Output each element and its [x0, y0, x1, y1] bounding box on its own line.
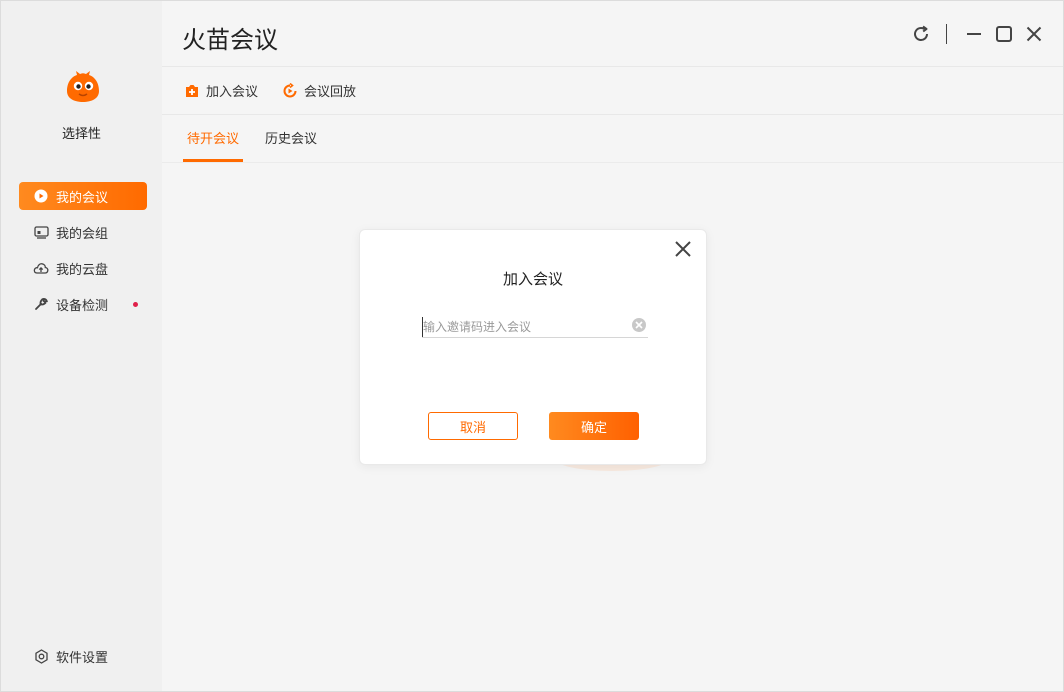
tab-history-meetings[interactable]: 历史会议: [261, 128, 321, 162]
meeting-video-icon: [33, 188, 49, 204]
cloud-upload-icon: [33, 260, 49, 276]
tabs-divider: [162, 162, 1063, 163]
wrench-icon: [33, 296, 49, 312]
invite-code-field: [422, 316, 648, 338]
sidebar-item-label: 我的云盘: [56, 262, 109, 278]
replay-icon: [282, 82, 298, 99]
minimize-icon[interactable]: [963, 23, 985, 45]
refresh-icon[interactable]: [910, 23, 932, 45]
sidebar-item-my-meetings[interactable]: 我的会议: [19, 182, 147, 210]
add-meeting-icon: [184, 83, 200, 99]
header-divider: [162, 66, 1063, 67]
tab-upcoming-meetings[interactable]: 待开会议: [183, 128, 244, 162]
maximize-icon[interactable]: [993, 23, 1015, 45]
sidebar-item-label: 设备检测: [56, 298, 109, 314]
confirm-button[interactable]: 确定: [549, 412, 639, 440]
meeting-replay-button[interactable]: 会议回放: [282, 81, 356, 100]
controls-separator: [946, 24, 947, 44]
clear-input-icon[interactable]: [632, 318, 646, 332]
meeting-tabs: 待开会议 历史会议: [183, 128, 339, 162]
orange-flame-mascot-icon[interactable]: [63, 69, 103, 103]
toolbar-divider: [162, 114, 1063, 115]
join-meeting-button[interactable]: 加入会议: [184, 81, 258, 100]
sidebar: 选择性 我的会议 我的会组 我的云盘 设备检测 软件设置: [1, 1, 162, 691]
sidebar-item-label: 我的会议: [56, 190, 109, 206]
settings-hexagon-icon: [33, 648, 49, 664]
sidebar-item-label: 软件设置: [56, 650, 109, 666]
sidebar-item-my-cloud[interactable]: 我的云盘: [19, 254, 147, 282]
sidebar-item-my-groups[interactable]: 我的会组: [19, 218, 147, 246]
cancel-button[interactable]: 取消: [428, 412, 518, 440]
meeting-replay-label: 会议回放: [304, 85, 357, 100]
join-meeting-label: 加入会议: [206, 85, 259, 100]
window-controls: [910, 23, 1045, 45]
group-screen-icon: [33, 224, 49, 240]
close-icon[interactable]: [1023, 23, 1045, 45]
join-meeting-dialog: 加入会议 取消 确定: [359, 229, 707, 465]
invite-code-input[interactable]: [422, 317, 622, 337]
sidebar-item-label: 我的会组: [56, 226, 109, 242]
notification-dot: [133, 302, 138, 307]
toolbar: 加入会议 会议回放: [184, 81, 380, 100]
close-icon[interactable]: [672, 238, 694, 260]
sidebar-item-settings[interactable]: 软件设置: [19, 642, 147, 670]
app-window: 选择性 我的会议 我的会组 我的云盘 设备检测 软件设置 火苗会议 加入会议 会…: [0, 0, 1064, 692]
sidebar-item-device-check[interactable]: 设备检测: [19, 290, 147, 318]
app-title: 火苗会议: [182, 26, 278, 54]
dialog-title: 加入会议: [502, 270, 563, 288]
user-name: 选择性: [61, 127, 101, 142]
